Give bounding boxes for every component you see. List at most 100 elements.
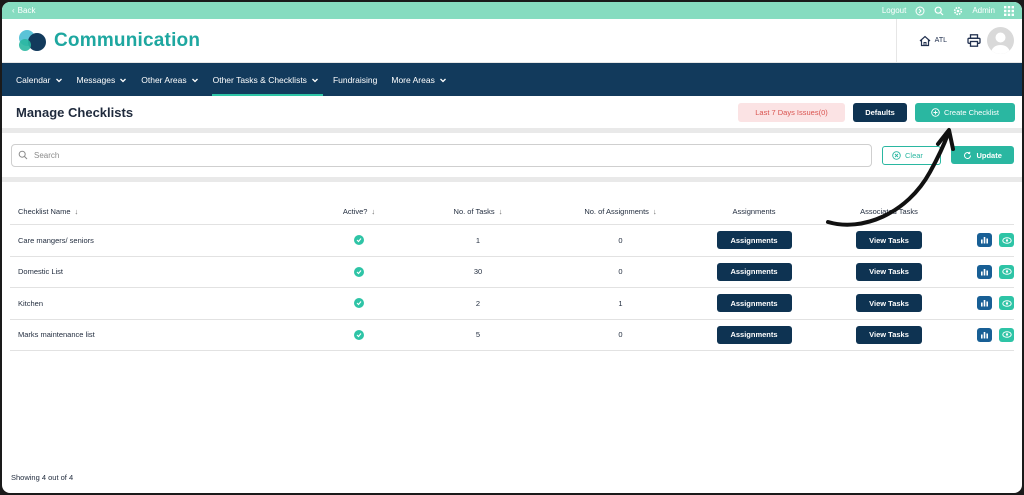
app-window: ‹ Back Logout Admin Communication ATL Ca…: [2, 2, 1022, 493]
nav-messages[interactable]: Messages: [76, 63, 136, 96]
search-icon[interactable]: [934, 6, 944, 16]
active-status: [310, 266, 408, 277]
view-tasks-button[interactable]: View Tasks: [856, 325, 922, 344]
logout-link[interactable]: Logout: [882, 6, 906, 15]
nav-fundraising[interactable]: Fundraising: [332, 63, 385, 96]
nav-label: Fundraising: [332, 74, 378, 85]
search-icon: [18, 150, 28, 160]
view-eye-icon[interactable]: [999, 327, 1014, 342]
check-circle-icon: [354, 235, 364, 246]
check-circle-icon: [354, 329, 364, 340]
header-label: No. of Tasks: [453, 207, 495, 216]
assignments-count: 0: [618, 267, 623, 277]
home-button[interactable]: ATL: [919, 35, 947, 47]
clear-button[interactable]: Clear: [882, 145, 942, 165]
col-checklist-name[interactable]: Checklist Name ↓: [10, 207, 310, 216]
header-label: Active?: [342, 207, 368, 216]
col-no-of-tasks[interactable]: No. of Tasks ↓: [408, 207, 548, 216]
logout-icon[interactable]: [915, 6, 925, 16]
assignments-button[interactable]: Assignments: [716, 262, 792, 281]
user-name[interactable]: Admin: [972, 6, 995, 15]
nav-other-areas[interactable]: Other Areas: [140, 63, 206, 96]
search-row: Clear Update: [2, 133, 1022, 177]
header-label: Associated Tasks: [860, 207, 918, 216]
chevron-down-icon: [120, 78, 127, 82]
view-eye-icon[interactable]: [999, 264, 1014, 279]
search-input[interactable]: [34, 150, 802, 160]
sort-arrow-icon: ↓: [371, 207, 376, 216]
nav-other-tasks-checklists[interactable]: Other Tasks & Checklists: [211, 63, 327, 96]
view-tasks-button[interactable]: View Tasks: [856, 294, 922, 313]
tasks-count: 5: [475, 330, 481, 340]
back-label: Back: [17, 6, 36, 15]
home-icon: [919, 35, 931, 46]
apps-grid-icon[interactable]: [1004, 5, 1014, 16]
assignments-button[interactable]: Assignments: [716, 231, 792, 250]
view-tasks-button[interactable]: View Tasks: [856, 231, 922, 250]
header-label: No. of Assignments: [584, 207, 649, 216]
page-titlebar: Manage Checklists Last 7 Days Issues(0) …: [2, 96, 1022, 128]
refresh-icon: [964, 151, 972, 159]
col-associated-tasks: Associated Tasks: [815, 207, 963, 216]
assignments-count: 1: [618, 298, 623, 308]
chevron-down-icon: [311, 78, 318, 82]
defaults-button[interactable]: Defaults: [853, 102, 907, 122]
checklist-name: Kitchen: [18, 298, 44, 308]
table-row: Marks maintenance list 5 0 Assignments V…: [10, 320, 1014, 351]
update-button[interactable]: Update: [951, 146, 1014, 164]
print-button[interactable]: [967, 34, 981, 47]
main-nav: Calendar Messages Other Areas Other Task…: [2, 63, 1022, 96]
search-box: [11, 143, 872, 167]
avatar[interactable]: [987, 27, 1014, 54]
app-header: Communication ATL: [2, 18, 1022, 63]
assignments-button[interactable]: Assignments: [716, 325, 792, 344]
top-utility-bar: ‹ Back Logout Admin: [2, 2, 1022, 19]
stats-chart-icon[interactable]: [977, 264, 992, 279]
back-link[interactable]: ‹ Back: [12, 6, 35, 15]
nav-more-areas[interactable]: More Areas: [390, 63, 454, 96]
checklist-name: Marks maintenance list: [18, 330, 95, 340]
tasks-count: 1: [475, 235, 481, 245]
tasks-count: 2: [475, 298, 481, 308]
nav-label: Calendar: [16, 74, 51, 85]
assignments-count: 0: [618, 330, 623, 340]
site-code: ATL: [934, 37, 947, 44]
create-checklist-button[interactable]: Create Checklist: [915, 102, 1015, 122]
section-divider: [2, 177, 1022, 182]
check-circle-icon: [354, 298, 364, 309]
view-eye-icon[interactable]: [999, 296, 1014, 311]
chevron-left-icon: ‹: [12, 6, 15, 15]
stats-chart-icon[interactable]: [977, 296, 992, 311]
brand-logo-icon: [19, 29, 46, 51]
nav-label: Other Areas: [141, 74, 187, 85]
view-tasks-button[interactable]: View Tasks: [856, 262, 922, 281]
create-checklist-label: Create Checklist: [943, 107, 1000, 117]
checklist-name: Care mangers/ seniors: [18, 235, 94, 245]
nav-label: Other Tasks & Checklists: [212, 74, 307, 85]
sort-arrow-icon: ↓: [74, 207, 79, 216]
results-count: Showing 4 out of 4: [11, 473, 74, 482]
table-header: Checklist Name ↓ Active? ↓ No. of Tasks ↓ N…: [10, 199, 1014, 225]
active-status: [310, 298, 408, 309]
nav-calendar[interactable]: Calendar: [15, 63, 71, 96]
chevron-down-icon: [191, 78, 198, 82]
brand-name: Communication: [54, 29, 201, 51]
brand[interactable]: Communication: [16, 29, 200, 53]
stats-chart-icon[interactable]: [977, 327, 992, 342]
clear-label: Clear: [905, 150, 923, 160]
assignments-button[interactable]: Assignments: [716, 294, 792, 313]
last-7-days-issues-button[interactable]: Last 7 Days Issues(0): [738, 102, 845, 122]
header-divider: [895, 18, 897, 63]
col-active[interactable]: Active? ↓: [310, 207, 408, 216]
checklist-name: Domestic List: [18, 267, 64, 277]
header-label: Checklist Name: [18, 207, 71, 216]
col-no-of-assignments[interactable]: No. of Assignments ↓: [548, 207, 693, 216]
table-row: Domestic List 30 0 Assignments View Task…: [10, 257, 1014, 288]
nav-label: More Areas: [391, 74, 435, 85]
active-status: [310, 235, 408, 246]
gear-icon[interactable]: [953, 6, 963, 16]
stats-chart-icon[interactable]: [977, 233, 992, 248]
sort-arrow-icon: ↓: [652, 207, 657, 216]
checklists-table: Checklist Name ↓ Active? ↓ No. of Tasks ↓ N…: [10, 199, 1014, 351]
view-eye-icon[interactable]: [999, 233, 1014, 248]
